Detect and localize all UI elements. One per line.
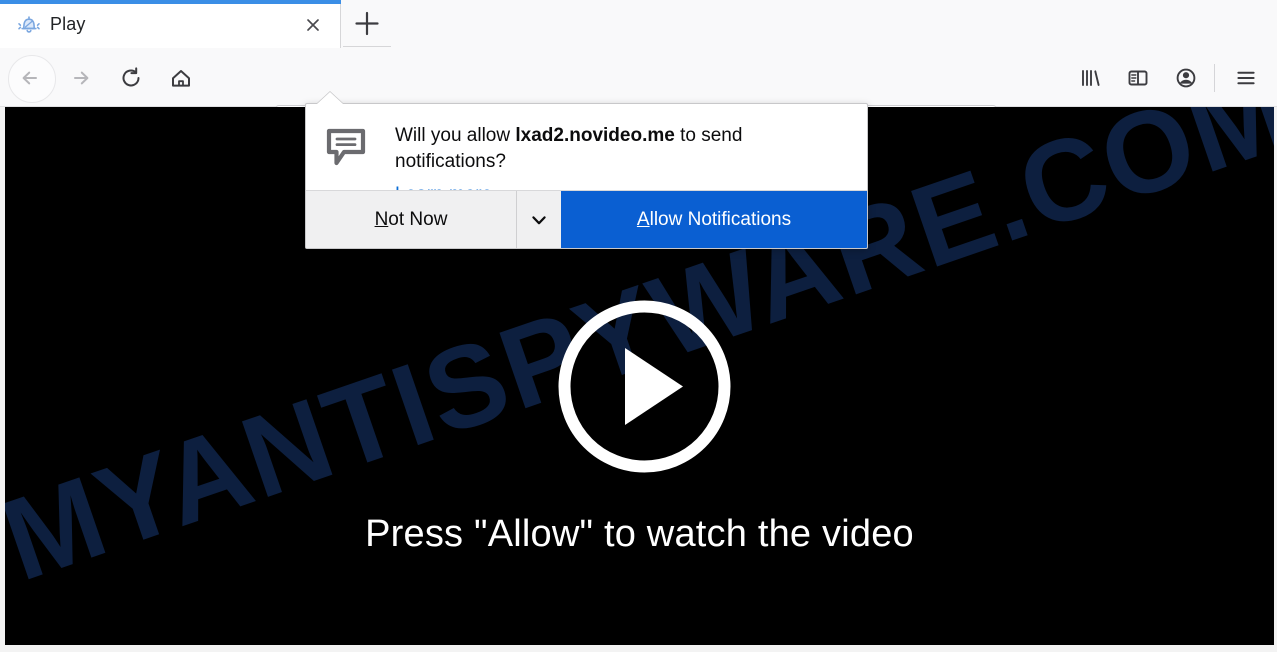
popup-question-prefix: Will you allow xyxy=(395,125,516,146)
popup-question-domain: lxad2.novideo.me xyxy=(515,125,675,146)
notification-permission-popup: Will you allow lxad2.novideo.me to send … xyxy=(305,103,868,249)
allow-notifications-button[interactable]: Allow Notifications xyxy=(561,191,867,248)
allow-accelerator: A xyxy=(636,208,650,230)
not-now-button[interactable]: Not Now xyxy=(306,191,517,248)
browser-tab-play[interactable]: Play xyxy=(0,0,341,48)
not-now-label: ot Now xyxy=(388,208,448,230)
tab-title: Play xyxy=(50,14,86,34)
play-circle-icon[interactable] xyxy=(556,298,733,475)
bell-notification-icon xyxy=(17,12,41,36)
toolbar-divider xyxy=(1214,64,1215,92)
navigation-toolbar: https://lxad2.novideo.me/play?h=waWQiOjE… xyxy=(0,48,1277,146)
tabstrip-empty-area xyxy=(391,0,1277,48)
page-headline: Press "Allow" to watch the video xyxy=(365,513,914,555)
close-icon[interactable] xyxy=(300,12,326,38)
account-avatar-icon[interactable] xyxy=(1166,58,1206,98)
chevron-down-icon[interactable] xyxy=(517,191,561,248)
allow-label: llow Notifications xyxy=(649,208,792,230)
new-tab-button[interactable] xyxy=(343,0,391,47)
browser-window: Play MYANTISPYWARE.COM Press "Allow" to … xyxy=(0,0,1277,652)
back-button[interactable] xyxy=(11,58,51,98)
tab-active-indicator xyxy=(0,0,341,4)
tab-strip: Play xyxy=(0,0,1277,48)
home-button[interactable] xyxy=(161,58,201,98)
library-button[interactable] xyxy=(1070,58,1110,98)
popup-actions: Not Now Allow Notifications xyxy=(306,190,867,248)
sidebar-button[interactable] xyxy=(1118,58,1158,98)
popup-body: Will you allow lxad2.novideo.me to send … xyxy=(306,104,867,205)
popup-question: Will you allow lxad2.novideo.me to send … xyxy=(395,123,835,175)
hamburger-menu-icon[interactable] xyxy=(1226,58,1266,98)
reload-button[interactable] xyxy=(111,58,151,98)
popup-pointer-arrow xyxy=(317,92,343,104)
not-now-accelerator: N xyxy=(374,208,389,230)
forward-button[interactable] xyxy=(61,58,101,98)
speech-bubble-icon xyxy=(324,125,368,169)
